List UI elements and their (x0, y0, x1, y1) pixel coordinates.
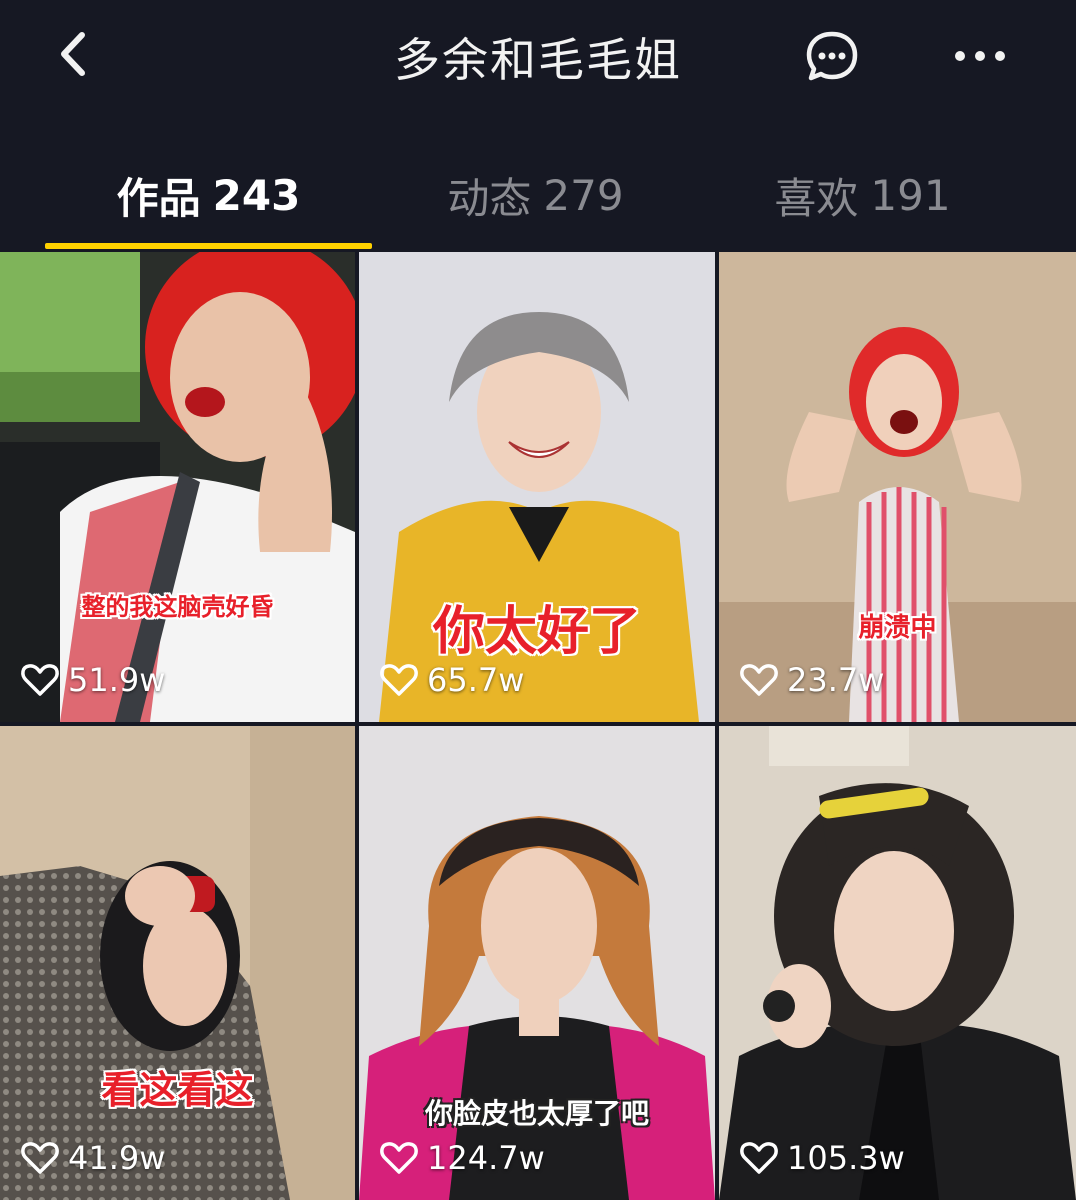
like-count: 105.3w (739, 1138, 905, 1178)
tab-label: 喜欢 (774, 173, 859, 223)
active-tab-indicator (45, 243, 372, 249)
heart-icon (21, 664, 59, 696)
tab-likes[interactable]: 喜欢 191 (699, 160, 1026, 230)
top-bar: 多余和毛毛姐 (0, 0, 1076, 112)
tab-count: 191 (870, 170, 951, 220)
video-thumbnail[interactable]: 崩溃中 23.7w (719, 252, 1076, 722)
like-count: 65.7w (379, 660, 524, 700)
tab-posts[interactable]: 动态 279 (372, 160, 699, 230)
heart-icon (380, 664, 418, 696)
video-caption: 你太好了 (432, 602, 641, 662)
tab-count: 279 (543, 170, 624, 220)
like-count: 23.7w (739, 660, 884, 700)
like-count: 51.9w (20, 660, 165, 700)
heart-icon (740, 1142, 778, 1174)
video-caption: 看这看这 (101, 1068, 254, 1112)
profile-screen: 多余和毛毛姐 作品 243 动态 279 喜欢 191 整的我这脑壳好昏 51.… (0, 0, 1076, 1200)
like-count-value: 105.3w (787, 1139, 905, 1177)
video-thumbnail-image (0, 252, 355, 722)
like-count-value: 124.7w (427, 1139, 545, 1177)
like-count: 124.7w (379, 1138, 545, 1178)
video-thumbnail[interactable]: 你太好了 65.7w (359, 252, 715, 722)
video-caption: 整的我这脑壳好昏 (81, 593, 274, 621)
profile-tabs: 作品 243 动态 279 喜欢 191 (0, 140, 1076, 250)
tab-label: 作品 (116, 173, 201, 223)
like-count-value: 65.7w (427, 661, 525, 699)
video-thumbnail[interactable]: 看这看这 41.9w (0, 726, 355, 1200)
page-title: 多余和毛毛姐 (394, 33, 682, 87)
video-thumbnail-image (0, 726, 355, 1200)
heart-icon (740, 664, 778, 696)
tab-label: 动态 (447, 173, 532, 223)
like-count-value: 41.9w (68, 1139, 166, 1177)
chat-bubble-icon (806, 31, 858, 81)
video-caption: 崩溃中 (858, 613, 937, 643)
like-count-value: 51.9w (68, 661, 166, 699)
video-thumbnail-image (719, 726, 1076, 1200)
video-thumbnail[interactable]: 你脸皮也太厚了吧 124.7w (359, 726, 715, 1200)
tab-count: 243 (212, 170, 301, 220)
video-caption: 你脸皮也太厚了吧 (424, 1097, 649, 1130)
tab-works[interactable]: 作品 243 (45, 160, 372, 230)
more-options-button[interactable] (948, 24, 1012, 88)
more-dots-icon (955, 51, 1005, 61)
heart-icon (21, 1142, 59, 1174)
heart-icon (380, 1142, 418, 1174)
like-count-value: 23.7w (787, 661, 885, 699)
video-grid: 整的我这脑壳好昏 51.9w 你太好了 65.7w 崩溃中 23.7w 看这看这… (0, 252, 1076, 1200)
video-thumbnail-image (719, 252, 1076, 722)
video-thumbnail[interactable]: 105.3w (719, 726, 1076, 1200)
like-count: 41.9w (20, 1138, 165, 1178)
video-thumbnail[interactable]: 整的我这脑壳好昏 51.9w (0, 252, 355, 722)
message-button[interactable] (800, 24, 864, 88)
